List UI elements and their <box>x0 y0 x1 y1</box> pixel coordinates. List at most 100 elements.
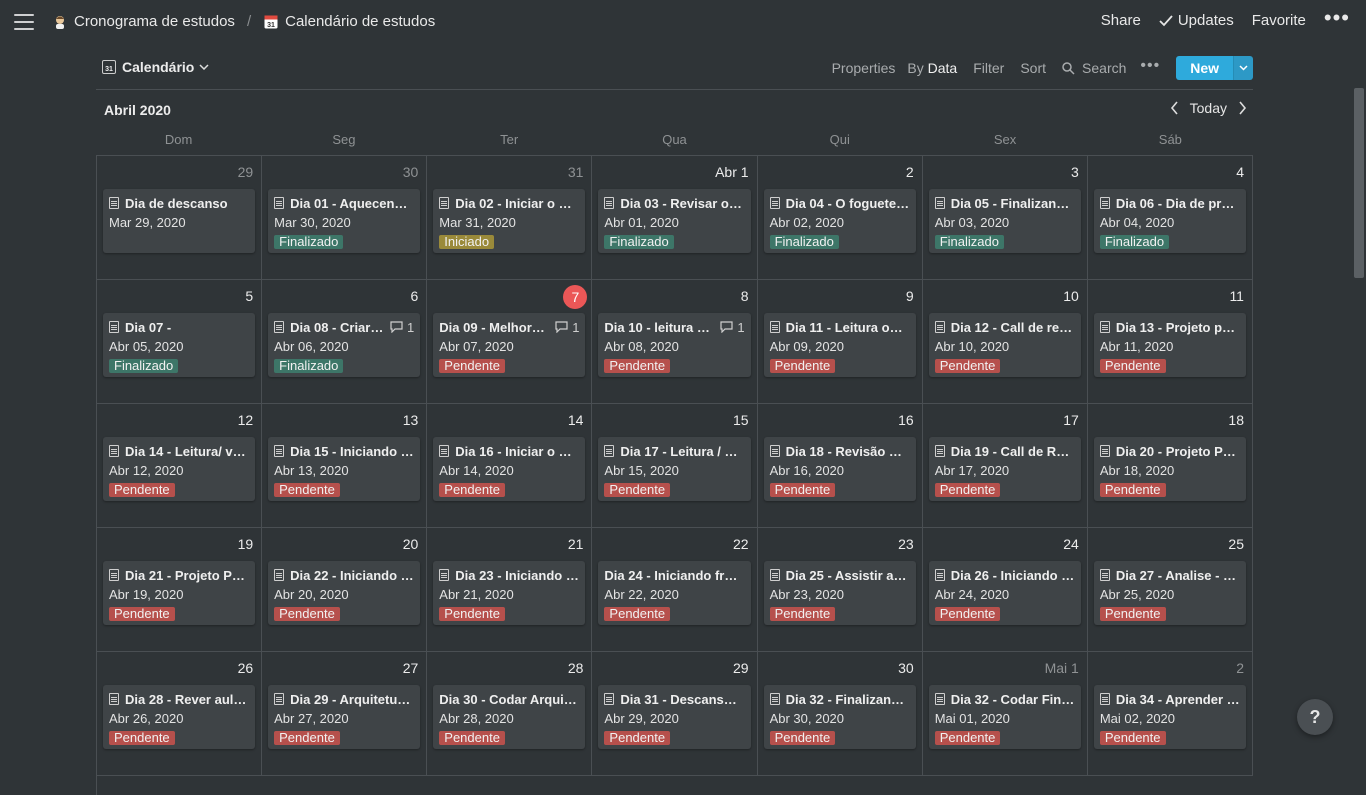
event-card[interactable]: Dia 26 - Iniciando de... Abr 24, 2020 Pend… <box>928 561 1081 625</box>
scrollbar[interactable] <box>1354 88 1364 278</box>
day-cell[interactable]: 29 Dia de descanso Mar 29, 2020 <box>97 156 263 280</box>
event-card[interactable]: Dia 05 - Finalizando ... Abr 03, 2020 Fina… <box>928 189 1081 253</box>
day-cell[interactable]: 17 Dia 19 - Call de Retro... Abr 17, 2020 P… <box>922 404 1088 528</box>
event-card[interactable]: Dia 13 - Projeto pess... Abr 11, 2020 Pend… <box>1093 313 1246 377</box>
breadcrumb-parent[interactable]: Cronograma de estudos <box>74 13 235 30</box>
more-options-icon[interactable]: ••• <box>1324 6 1350 28</box>
event-card[interactable]: Dia 22 - Iniciando as ... Abr 20, 2020 Pen… <box>268 561 421 625</box>
event-card[interactable]: Dia 15 - Iniciando nív... Abr 13, 2020 Pen… <box>268 437 421 501</box>
view-more-icon[interactable]: ••• <box>1140 58 1160 74</box>
by-value: Data <box>927 60 958 76</box>
event-card[interactable]: Dia 32 - Finalizando ... Abr 30, 2020 Pend… <box>763 685 916 749</box>
day-cell[interactable]: 30 Dia 01 - Aquecendo ... Mar 30, 2020 Fina… <box>262 156 428 280</box>
sort-button[interactable]: Sort <box>1020 60 1046 76</box>
status-badge: Pendente <box>769 731 836 745</box>
day-number: 12 <box>237 412 254 428</box>
event-card[interactable]: Dia de descanso Mar 29, 2020 <box>103 189 256 253</box>
event-card[interactable]: Dia 32 - Codar Finali... Mai 01, 2020 Pend… <box>928 685 1081 749</box>
event-card[interactable]: Dia 02 - Iniciar o mó... Mar 31, 2020 Inic… <box>433 189 586 253</box>
day-cell[interactable]: 30 Dia 32 - Finalizando ... Abr 30, 2020 Pe… <box>757 652 923 776</box>
help-button[interactable]: ? <box>1297 699 1333 735</box>
share-button[interactable]: Share <box>1101 12 1141 29</box>
day-cell[interactable]: Mai 1 Dia 32 - Codar Finali... Mai 01, 202… <box>922 652 1088 776</box>
event-card[interactable]: Dia 28 - Rever aulas ... Abr 26, 2020 Pend… <box>103 685 256 749</box>
event-card[interactable]: Dia 25 - Assistir aula ... Abr 23, 2020 Pe… <box>763 561 916 625</box>
day-cell[interactable]: 9 Dia 11 - Leitura ou as... Abr 09, 2020 Pe… <box>757 280 923 404</box>
day-cell[interactable]: 11 Dia 13 - Projeto pess... Abr 11, 2020 Pe… <box>1087 280 1253 404</box>
event-card[interactable]: Dia 04 - O foguete c... Abr 02, 2020 Final… <box>763 189 916 253</box>
day-cell[interactable]: 21 Dia 23 - Iniciando pr... Abr 21, 2020 Pe… <box>427 528 593 652</box>
day-cell[interactable]: 12 Dia 14 - Leitura/ video Abr 12, 2020 Pen… <box>97 404 263 528</box>
event-card[interactable]: Dia 11 - Leitura ou as... Abr 09, 2020 Pen… <box>763 313 916 377</box>
event-card[interactable]: Dia 23 - Iniciando pr... Abr 21, 2020 Pend… <box>433 561 586 625</box>
day-cell[interactable]: 16 Dia 18 - Revisão das ... Abr 16, 2020 Pe… <box>757 404 923 528</box>
view-switcher[interactable]: 31 Calendário <box>102 59 209 75</box>
event-card[interactable]: Dia 31 - Descanso total Abr 29, 2020 Pende… <box>598 685 751 749</box>
day-cell[interactable]: 5 Dia 07 - Abr 05, 2020 Finalizado <box>97 280 263 404</box>
event-date: Abr 25, 2020 <box>1099 587 1175 602</box>
breadcrumb-current[interactable]: Calendário de estudos <box>285 13 435 30</box>
event-card[interactable]: Dia 34 - Aprender uti... Mai 02, 2020 Pend… <box>1093 685 1246 749</box>
updates-button[interactable]: Updates <box>1159 12 1234 29</box>
event-title-row: Dia 28 - Rever aulas ... <box>109 691 249 707</box>
day-cell[interactable]: 14 Dia 16 - Iniciar o GoB... Abr 14, 2020 P… <box>427 404 593 528</box>
filter-button[interactable]: Filter <box>973 60 1004 76</box>
day-cell[interactable]: 7 Dia 09 - Melhoran... 1 Abr 07, 2020 Penden… <box>427 280 593 404</box>
day-cell[interactable]: 3 Dia 05 - Finalizando ... Abr 03, 2020 Fin… <box>922 156 1088 280</box>
event-card[interactable]: Dia 09 - Melhoran... 1 Abr 07, 2020 Pendent… <box>433 313 586 377</box>
event-card[interactable]: Dia 17 - Leitura / Vídeo Abr 15, 2020 Pend… <box>598 437 751 501</box>
event-card[interactable]: Dia 14 - Leitura/ video Abr 12, 2020 Pende… <box>103 437 256 501</box>
event-card[interactable]: Dia 19 - Call de Retro... Abr 17, 2020 Pen… <box>928 437 1081 501</box>
chevron-right-icon[interactable] <box>1237 101 1247 115</box>
event-card[interactable]: Dia 29 - Arquitetura ... Abr 27, 2020 Pend… <box>268 685 421 749</box>
day-cell[interactable]: 13 Dia 15 - Iniciando nív... Abr 13, 2020 P… <box>262 404 428 528</box>
event-card[interactable]: Dia 06 - Dia de prátic... Abr 04, 2020 Fin… <box>1093 189 1246 253</box>
properties-button[interactable]: Properties <box>832 60 896 76</box>
favorite-button[interactable]: Favorite <box>1252 12 1306 29</box>
event-card[interactable]: Dia 24 - Iniciando front-... Abr 22, 2020… <box>598 561 751 625</box>
menu-icon[interactable] <box>14 14 34 30</box>
day-cell[interactable]: Abr 1 Dia 03 - Revisar o co... Abr 01, 202… <box>592 156 758 280</box>
event-card[interactable]: Dia 07 - Abr 05, 2020 Finalizado <box>103 313 256 377</box>
event-title-row: Dia 16 - Iniciar o GoB... <box>439 443 579 459</box>
day-cell[interactable]: 6 Dia 08 - Criar es... 1 Abr 06, 2020 Finali… <box>262 280 428 404</box>
event-card[interactable]: Dia 20 - Projeto Pess... Abr 18, 2020 Pend… <box>1093 437 1246 501</box>
search-button[interactable]: Search <box>1062 60 1126 76</box>
event-card[interactable]: Dia 12 - Call de retro... Abr 10, 2020 Pen… <box>928 313 1081 377</box>
event-card[interactable]: Dia 30 - Codar Arquitet... Abr 28, 2020 Pe… <box>433 685 586 749</box>
event-card[interactable]: Dia 21 - Projeto Pess... Abr 19, 2020 Pend… <box>103 561 256 625</box>
event-card[interactable]: Dia 03 - Revisar o co... Abr 01, 2020 Fina… <box>598 189 751 253</box>
day-cell[interactable]: 26 Dia 28 - Rever aulas ... Abr 26, 2020 Pe… <box>97 652 263 776</box>
event-card[interactable]: Dia 16 - Iniciar o GoB... Abr 14, 2020 Pen… <box>433 437 586 501</box>
day-cell[interactable]: 2 Dia 04 - O foguete c... Abr 02, 2020 Fina… <box>757 156 923 280</box>
event-card[interactable]: Dia 18 - Revisão das ... Abr 16, 2020 Pend… <box>763 437 916 501</box>
day-cell[interactable]: 2 Dia 34 - Aprender uti... Mai 02, 2020 Pen… <box>1087 652 1253 776</box>
day-cell[interactable]: 20 Dia 22 - Iniciando as ... Abr 20, 2020 P… <box>262 528 428 652</box>
day-cell[interactable]: 25 Dia 27 - Analise - Pro... Abr 25, 2020 P… <box>1087 528 1253 652</box>
group-by-button[interactable]: By Data <box>907 60 957 76</box>
day-cell[interactable]: 18 Dia 20 - Projeto Pess... Abr 18, 2020 Pe… <box>1087 404 1253 528</box>
day-cell[interactable]: 24 Dia 26 - Iniciando de... Abr 24, 2020 Pe… <box>922 528 1088 652</box>
day-cell[interactable]: 4 Dia 06 - Dia de prátic... Abr 04, 2020 Fi… <box>1087 156 1253 280</box>
event-card[interactable]: Dia 27 - Analise - Pro... Abr 25, 2020 Pen… <box>1093 561 1246 625</box>
day-cell[interactable]: 15 Dia 17 - Leitura / Vídeo Abr 15, 2020 Pe… <box>592 404 758 528</box>
event-card[interactable]: Dia 01 - Aquecendo ... Mar 30, 2020 Finali… <box>268 189 421 253</box>
event-card[interactable]: Dia 08 - Criar es... 1 Abr 06, 2020 Finaliz… <box>268 313 421 377</box>
day-cell[interactable]: 19 Dia 21 - Projeto Pess... Abr 19, 2020 Pe… <box>97 528 263 652</box>
new-button[interactable]: New <box>1176 56 1233 80</box>
day-cell[interactable]: 27 Dia 29 - Arquitetura ... Abr 27, 2020 Pe… <box>262 652 428 776</box>
day-cell[interactable]: 10 Dia 12 - Call de retro... Abr 10, 2020 P… <box>922 280 1088 404</box>
day-cell[interactable]: 31 Dia 02 - Iniciar o mó... Mar 31, 2020 In… <box>427 156 593 280</box>
day-cell[interactable]: 28 Dia 30 - Codar Arquitet... Abr 28, 2020… <box>427 652 593 776</box>
day-cell[interactable]: 22 Dia 24 - Iniciando front-... Abr 22, 20… <box>592 528 758 652</box>
event-date: Abr 13, 2020 <box>274 463 349 478</box>
new-dropdown-button[interactable] <box>1233 56 1253 80</box>
chevron-left-icon[interactable] <box>1170 101 1180 115</box>
day-cell[interactable]: 29 Dia 31 - Descanso total Abr 29, 2020 Pen… <box>592 652 758 776</box>
event-title-row: Dia 12 - Call de retro... <box>934 319 1075 335</box>
event-card[interactable]: Dia 10 - leitura ou f... 1 Abr 08, 2020 Pen… <box>598 313 751 377</box>
day-cell[interactable]: 23 Dia 25 - Assistir aula ... Abr 23, 2020… <box>757 528 923 652</box>
event-title: Dia 23 - Iniciando pr... <box>455 567 580 583</box>
day-cell[interactable]: 8 Dia 10 - leitura ou f... 1 Abr 08, 2020 Pe… <box>592 280 758 404</box>
today-button[interactable]: Today <box>1190 100 1227 116</box>
